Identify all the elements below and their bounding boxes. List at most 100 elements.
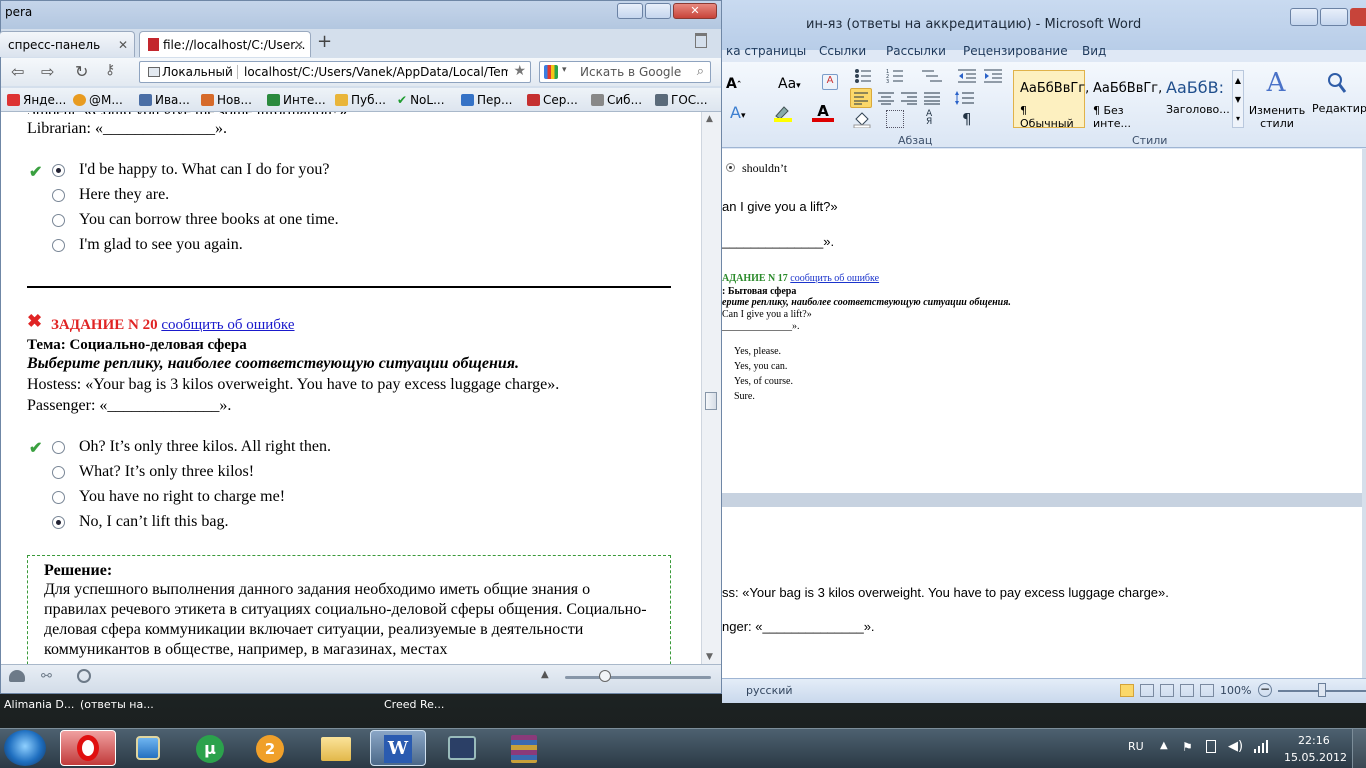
bullets-icon[interactable] [854,68,878,84]
tab-references[interactable]: Ссылки [819,44,866,58]
answer-radio[interactable] [52,441,65,454]
align-right-button[interactable] [899,89,919,107]
tray-chevron-icon[interactable]: ▲ [1160,740,1168,751]
opera-unite-icon[interactable] [9,670,25,682]
style-normal[interactable]: АаБбВвГг, ¶ Обычный [1013,70,1089,130]
increase-indent-icon[interactable] [984,68,1002,84]
chevron-up-icon[interactable]: ▲ [541,669,549,680]
change-styles-label[interactable]: Изменить стили [1248,104,1306,130]
bookmark-item[interactable]: Пер... [461,93,512,107]
bookmark-star-icon[interactable]: ★ [513,63,526,79]
font-color-button[interactable]: A [812,102,834,122]
bookmark-item[interactable]: ГОС... [655,93,708,107]
clock-time[interactable]: 22:16 [1298,734,1330,747]
answer-radio[interactable] [52,239,65,252]
view-reading-icon[interactable] [1140,684,1154,697]
find-icon[interactable] [1326,70,1348,96]
zoom-level[interactable]: 100% [1220,684,1251,697]
volume-icon[interactable]: ◀) [1228,739,1243,754]
style-no-spacing[interactable]: АаБбВвГг, ¶ Без инте... [1086,70,1162,130]
change-case-button[interactable]: Aa▾ [778,76,801,92]
flag-icon[interactable]: ⚑ [1182,740,1193,754]
shading-button[interactable] [852,110,874,128]
close-button[interactable] [1350,8,1366,26]
show-marks-button[interactable]: ¶ [962,110,972,128]
close-icon[interactable]: ✕ [294,38,304,52]
minimize-button[interactable] [1290,8,1318,26]
new-tab-button[interactable]: + [317,31,332,52]
taskbar-media-player[interactable] [120,730,176,766]
taskbar-opera[interactable] [60,730,116,766]
taskbar-winrar[interactable] [496,730,552,766]
answer-radio[interactable] [52,466,65,479]
text-effects-button[interactable]: A▾ [730,103,745,122]
maximize-button[interactable] [645,3,671,19]
taskbar-explorer[interactable] [308,730,364,766]
style-heading1[interactable]: АаБбВ: Заголово... [1159,70,1231,128]
numbering-icon[interactable]: 123 [886,68,910,84]
sort-button[interactable]: AЯ [926,110,944,128]
language-indicator[interactable]: русский [746,684,793,697]
address-bar[interactable]: Локальный localhost/C:/Users/Vanek/AppDa… [139,61,531,83]
close-button[interactable]: ✕ [673,3,717,19]
network-icon[interactable] [1254,740,1268,753]
bookmark-item[interactable]: ✔ NoL... [397,93,445,107]
reload-icon[interactable]: ↻ [75,62,88,81]
borders-button[interactable] [886,110,904,128]
answer-radio[interactable] [52,164,65,177]
forward-icon[interactable]: ⇨ [41,62,54,81]
address-text[interactable]: localhost/C:/Users/Vanek/AppData/Local/T… [244,65,508,79]
view-draft-icon[interactable] [1200,684,1214,697]
maximize-button[interactable] [1320,8,1348,26]
bookmark-item[interactable]: Пуб... [335,93,386,107]
bookmark-item[interactable]: Сиб... [591,93,642,107]
turbo-icon[interactable] [77,669,91,683]
styles-scroll[interactable]: ▲ ▼ ▾ [1232,70,1244,128]
clock-date[interactable]: 15.05.2012 [1284,751,1347,764]
tab-local-file[interactable]: file://localhost/C:/User... ✕ [139,31,311,57]
view-outline-icon[interactable] [1180,684,1194,697]
align-left-button[interactable] [850,88,872,108]
answer-radio[interactable] [52,516,65,529]
bookmark-item[interactable]: Сер... [527,93,578,107]
zoom-out-icon[interactable]: − [1258,683,1272,697]
doc-report-link[interactable]: сообщить об ошибке [790,273,879,284]
google-icon[interactable] [544,65,558,79]
taskbar-utorrent[interactable]: μ [182,730,238,766]
zoom-slider[interactable] [565,676,711,679]
line-spacing-button[interactable] [954,89,978,107]
keyboard-language[interactable]: RU [1128,740,1144,753]
start-button[interactable] [4,730,46,766]
close-icon[interactable]: ✕ [118,38,128,52]
tab-mailings[interactable]: Рассылки [886,44,946,58]
back-icon[interactable]: ⇦ [11,62,24,81]
bookmark-item[interactable]: Нов... [201,93,252,107]
scroll-up-icon[interactable]: ▲ [706,114,713,124]
search-icon[interactable]: ⌕ [697,64,704,79]
trash-icon[interactable] [695,33,707,48]
align-center-button[interactable] [876,89,896,107]
report-error-link[interactable]: сообщить об ошибке [161,317,294,333]
tab-review[interactable]: Рецензирование [963,44,1068,58]
answer-radio[interactable] [52,491,65,504]
editing-label[interactable]: Редактиров [1312,102,1366,115]
taskbar-word[interactable]: W [370,730,426,766]
scroll-thumb[interactable] [705,392,717,410]
bookmark-item[interactable]: @M... [73,93,123,107]
multilevel-list-icon[interactable] [920,68,944,84]
minimize-button[interactable] [617,3,643,19]
chevron-down-icon[interactable]: ▾ [562,65,567,75]
view-print-layout-icon[interactable] [1120,684,1134,697]
show-desktop-button[interactable] [1352,729,1366,768]
highlight-button[interactable] [772,104,794,122]
answer-radio[interactable] [52,214,65,227]
device-icon[interactable] [1206,740,1216,753]
page-content[interactable]: Student: «Could you give me some informa… [1,112,701,664]
justify-button[interactable] [922,89,942,107]
desktop-label[interactable]: Creed Re... [384,698,444,711]
bookmark-item[interactable]: Инте... [267,93,326,107]
answer-radio[interactable] [52,189,65,202]
key-icon[interactable]: ⚷ [105,62,115,78]
taskbar-video[interactable] [434,730,490,766]
view-web-icon[interactable] [1160,684,1174,697]
